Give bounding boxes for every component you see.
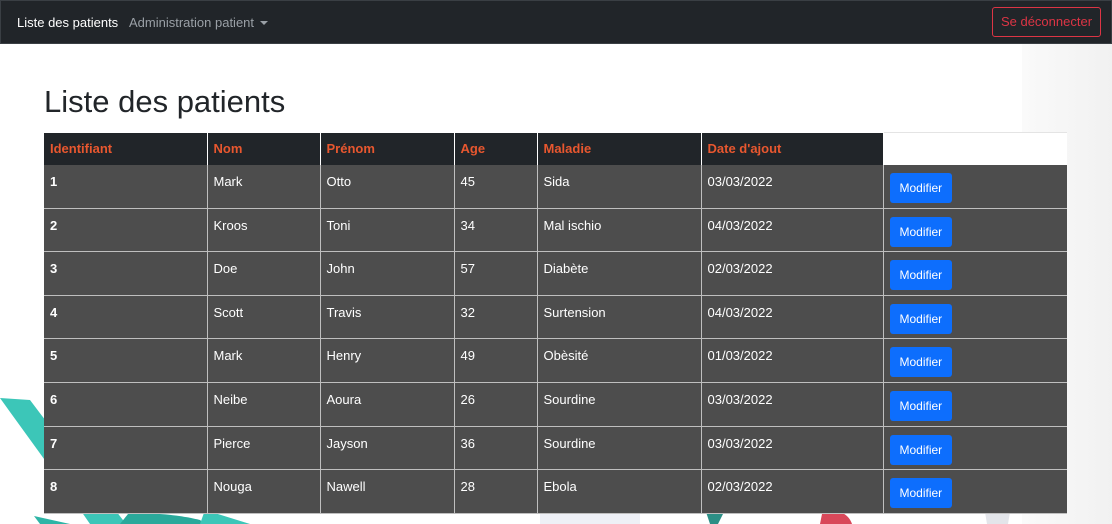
modify-button[interactable]: Modifier: [889, 303, 953, 334]
cell-prenom: Travis: [320, 295, 455, 340]
cell-maladie: Sourdine: [537, 382, 702, 427]
cell-maladie: Obèsité: [537, 338, 702, 383]
cell-action: Modifier: [883, 164, 1067, 209]
table-row: 2 Kroos Toni 34 Mal ischio 04/03/2022 Mo…: [44, 208, 1067, 253]
page-title: Liste des patients: [44, 84, 286, 119]
nav-admin-label: Administration patient: [129, 15, 255, 30]
caret-down-icon: [260, 21, 269, 25]
cell-date: 02/03/2022: [701, 469, 884, 514]
column-header-maladie: Maladie: [537, 132, 702, 165]
cell-age: 57: [454, 251, 538, 296]
column-header-identifiant: Identifiant: [44, 132, 208, 165]
cell-id: 6: [44, 382, 208, 427]
cell-age: 32: [454, 295, 538, 340]
cell-nom: Nouga: [207, 469, 321, 514]
cell-id: 8: [44, 469, 208, 514]
cell-action: Modifier: [883, 338, 1067, 383]
cell-maladie: Surtension: [537, 295, 702, 340]
table-body: 1 Mark Otto 45 Sida 03/03/2022 Modifier …: [44, 164, 1067, 514]
cell-nom: Mark: [207, 338, 321, 383]
logout-button[interactable]: Se déconnecter: [992, 7, 1101, 37]
cell-age: 34: [454, 208, 538, 253]
cell-nom: Doe: [207, 251, 321, 296]
navbar: Liste des patients Administration patien…: [0, 0, 1112, 44]
cell-prenom: Toni: [320, 208, 455, 253]
table-row: 8 Nouga Nawell 28 Ebola 02/03/2022 Modif…: [44, 469, 1067, 514]
cell-date: 03/03/2022: [701, 382, 884, 427]
cell-id: 3: [44, 251, 208, 296]
table-header-row: Identifiant Nom Prénom Age Maladie Date …: [44, 132, 1067, 165]
table-row: 6 Neibe Aoura 26 Sourdine 03/03/2022 Mod…: [44, 382, 1067, 427]
modify-button[interactable]: Modifier: [889, 347, 953, 378]
cell-maladie: Sourdine: [537, 426, 702, 471]
nav-brand-link[interactable]: Liste des patients: [17, 15, 118, 30]
patients-table: Identifiant Nom Prénom Age Maladie Date …: [44, 132, 1067, 514]
cell-id: 5: [44, 338, 208, 383]
cell-maladie: Ebola: [537, 469, 702, 514]
cell-action: Modifier: [883, 382, 1067, 427]
table-row: 5 Mark Henry 49 Obèsité 01/03/2022 Modif…: [44, 338, 1067, 383]
cell-date: 04/03/2022: [701, 208, 884, 253]
cell-age: 26: [454, 382, 538, 427]
cell-date: 02/03/2022: [701, 251, 884, 296]
cell-nom: Scott: [207, 295, 321, 340]
table-row: 1 Mark Otto 45 Sida 03/03/2022 Modifier: [44, 164, 1067, 209]
table-row: 7 Pierce Jayson 36 Sourdine 03/03/2022 M…: [44, 426, 1067, 471]
cell-age: 36: [454, 426, 538, 471]
cell-nom: Kroos: [207, 208, 321, 253]
cell-prenom: Henry: [320, 338, 455, 383]
cell-prenom: Aoura: [320, 382, 455, 427]
modify-button[interactable]: Modifier: [889, 260, 953, 291]
column-header-date-ajout: Date d'ajout: [701, 132, 884, 165]
cell-nom: Mark: [207, 164, 321, 209]
cell-date: 01/03/2022: [701, 338, 884, 383]
column-header-age: Age: [454, 132, 538, 165]
modify-button[interactable]: Modifier: [889, 390, 953, 421]
cell-prenom: Nawell: [320, 469, 455, 514]
modify-button[interactable]: Modifier: [889, 216, 953, 247]
cell-action: Modifier: [883, 469, 1067, 514]
modify-button[interactable]: Modifier: [889, 478, 953, 509]
cell-prenom: John: [320, 251, 455, 296]
modify-button[interactable]: Modifier: [889, 434, 953, 465]
cell-id: 1: [44, 164, 208, 209]
cell-date: 03/03/2022: [701, 164, 884, 209]
column-header-prenom: Prénom: [320, 132, 455, 165]
cell-prenom: Otto: [320, 164, 455, 209]
cell-prenom: Jayson: [320, 426, 455, 471]
cell-age: 49: [454, 338, 538, 383]
cell-nom: Pierce: [207, 426, 321, 471]
modify-button[interactable]: Modifier: [889, 172, 953, 203]
cell-maladie: Mal ischio: [537, 208, 702, 253]
nav-admin-dropdown[interactable]: Administration patient: [129, 15, 269, 30]
cell-maladie: Diabète: [537, 251, 702, 296]
table-row: 4 Scott Travis 32 Surtension 04/03/2022 …: [44, 295, 1067, 340]
cell-action: Modifier: [883, 426, 1067, 471]
column-header-nom: Nom: [207, 132, 321, 165]
cell-action: Modifier: [883, 295, 1067, 340]
cell-id: 7: [44, 426, 208, 471]
table-header: Identifiant Nom Prénom Age Maladie Date …: [44, 132, 1067, 165]
cell-nom: Neibe: [207, 382, 321, 427]
cell-id: 4: [44, 295, 208, 340]
cell-age: 28: [454, 469, 538, 514]
cell-date: 04/03/2022: [701, 295, 884, 340]
cell-id: 2: [44, 208, 208, 253]
column-header-action: [883, 132, 1067, 165]
table-row: 3 Doe John 57 Diabète 02/03/2022 Modifie…: [44, 251, 1067, 296]
cell-date: 03/03/2022: [701, 426, 884, 471]
cell-action: Modifier: [883, 251, 1067, 296]
cell-age: 45: [454, 164, 538, 209]
cell-maladie: Sida: [537, 164, 702, 209]
cell-action: Modifier: [883, 208, 1067, 253]
